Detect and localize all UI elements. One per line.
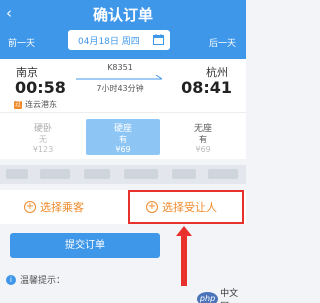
calendar-icon <box>153 34 164 45</box>
train-info-card: 南京 杭州 00:58 08:41 K8351 7小时43分钟 过 连云港东 <box>0 59 246 112</box>
watermark-site: 中文网 <box>220 289 239 303</box>
redacted-block <box>208 169 238 179</box>
seat-name: 硬卧 <box>33 124 52 134</box>
train-number[interactable]: K8351 <box>84 63 156 72</box>
station-tag: 过 连云港东 <box>14 99 57 110</box>
plus-circle-icon: + <box>146 201 158 213</box>
watermark-php-icon: php <box>197 292 219 303</box>
header-bar: ‹ 确认订单 前一天 04月18日 周四 后一天 <box>0 0 246 59</box>
passenger-actions: + 选择乘客 + 选择受让人 <box>0 190 246 224</box>
seat-name: 无座 <box>193 124 212 134</box>
pass-station-icon: 过 <box>14 100 22 109</box>
seat-option-no-seat[interactable]: 无座 有 ¥69 <box>166 119 240 155</box>
redacted-block <box>84 169 110 179</box>
seat-name: 硬座 <box>113 124 132 134</box>
seat-option-hard-sleeper[interactable]: 硬卧 无 ¥123 <box>6 119 80 155</box>
seat-price: ¥69 <box>115 145 131 154</box>
depart-time: 00:58 <box>15 78 66 97</box>
submit-order-button[interactable]: 提交订单 <box>10 233 160 258</box>
tip-row: i 温馨提示： <box>6 273 65 286</box>
redacted-info-bar <box>0 165 246 184</box>
seat-availability: 有 <box>199 135 207 144</box>
seat-type-row: 硬卧 无 ¥123 硬座 有 ¥69 无座 有 ¥69 <box>0 112 246 159</box>
plus-circle-icon: + <box>24 201 36 213</box>
date-label: 04月18日 周四 <box>78 37 140 47</box>
select-transferee-button[interactable]: + 选择受让人 <box>128 190 244 224</box>
next-day-button[interactable]: 后一天 <box>209 36 236 49</box>
seat-availability: 有 <box>119 135 127 144</box>
prev-day-button[interactable]: 前一天 <box>8 36 35 49</box>
seat-price: ¥123 <box>32 145 54 154</box>
travel-duration: 7小时43分钟 <box>96 84 144 93</box>
date-selector[interactable]: 04月18日 周四 <box>68 30 170 50</box>
station-name: 连云港东 <box>25 100 57 109</box>
redacted-block <box>172 169 196 179</box>
select-transferee-label: 选择受让人 <box>162 201 217 214</box>
info-icon: i <box>6 274 16 285</box>
redacted-block <box>6 169 28 179</box>
seat-price: ¥69 <box>195 145 211 154</box>
page-title: 确认订单 <box>92 6 153 24</box>
seat-option-hard-seat[interactable]: 硬座 有 ¥69 <box>86 119 160 155</box>
annotation-arrow-icon <box>176 226 192 286</box>
redacted-block <box>124 169 158 179</box>
seat-availability: 无 <box>39 135 47 144</box>
watermark-logo: php 中文网 <box>197 286 246 303</box>
route-arrow-icon <box>76 75 163 80</box>
arrive-time: 08:41 <box>181 78 232 97</box>
select-passenger-button[interactable]: + 选择乘客 <box>24 190 84 224</box>
redacted-block <box>40 169 70 179</box>
select-passenger-label: 选择乘客 <box>40 201 84 214</box>
tip-label: 温馨提示： <box>20 276 66 286</box>
